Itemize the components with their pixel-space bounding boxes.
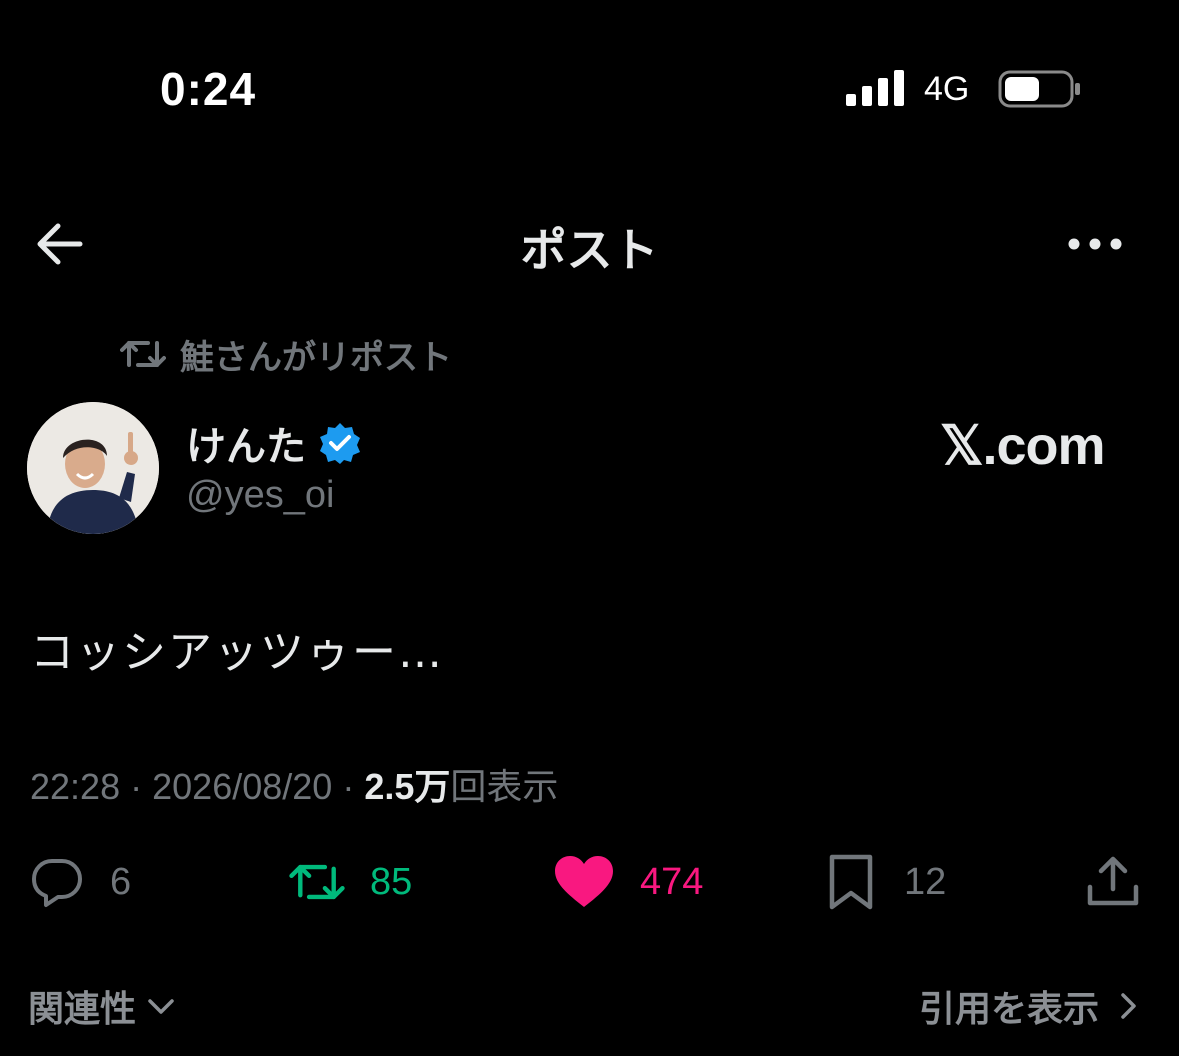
post-time: 22:28 bbox=[30, 766, 121, 807]
post-date: 2026/08/20 bbox=[152, 766, 333, 807]
meta-separator: · bbox=[130, 766, 143, 807]
author-name-row[interactable]: けんた bbox=[186, 414, 362, 472]
battery-icon bbox=[998, 70, 1080, 108]
views-label: 回表示 bbox=[450, 766, 559, 807]
view-quotes-button[interactable]: 引用を表示 bbox=[919, 980, 1143, 1032]
views-count[interactable]: 2.5万 bbox=[364, 766, 450, 807]
post-meta: 22:28 · 2026/08/20 · 2.5万回表示 bbox=[30, 758, 558, 810]
bookmark-icon bbox=[829, 854, 873, 910]
bookmark-button[interactable]: 12 bbox=[822, 852, 946, 912]
chevron-right-icon bbox=[1121, 993, 1136, 1019]
repost-attribution[interactable]: 鮭さんがリポスト bbox=[120, 332, 452, 378]
share-icon bbox=[1087, 856, 1139, 906]
reply-count: 6 bbox=[110, 860, 132, 903]
repost-icon bbox=[120, 341, 166, 367]
xcom-watermark: 𝕏.com bbox=[940, 416, 1106, 476]
repost-count: 85 bbox=[370, 860, 413, 903]
avatar[interactable] bbox=[27, 402, 159, 534]
signal-icon bbox=[846, 70, 904, 106]
meta-separator: · bbox=[342, 766, 355, 807]
verified-badge-icon bbox=[320, 423, 360, 464]
post-screen: 0:24 4G ポスト 鮭さんがリポスト けんた @yes_oi 𝕏.com コ… bbox=[0, 0, 1179, 1056]
reply-button[interactable]: 6 bbox=[28, 852, 131, 912]
reply-icon bbox=[32, 859, 82, 907]
quotes-label: 引用を表示 bbox=[918, 989, 1099, 1030]
sort-label: 関連性 bbox=[28, 989, 137, 1030]
page-title: ポスト bbox=[520, 223, 659, 277]
sort-relevance-button[interactable]: 関連性 bbox=[28, 980, 176, 1032]
like-button[interactable]: 474 bbox=[552, 852, 703, 912]
like-count: 474 bbox=[640, 860, 704, 903]
share-button[interactable] bbox=[1084, 852, 1142, 912]
more-icon[interactable] bbox=[1066, 224, 1124, 264]
repost-button[interactable]: 85 bbox=[288, 852, 412, 912]
repost-icon bbox=[289, 864, 345, 900]
status-time: 0:24 bbox=[160, 63, 257, 115]
bookmark-count: 12 bbox=[904, 860, 947, 903]
repost-text: 鮭さんがリポスト bbox=[180, 337, 452, 378]
network-label: 4G bbox=[924, 70, 970, 108]
tweet-text: コッシアッツゥー… bbox=[30, 627, 444, 678]
author-name: けんた bbox=[186, 424, 306, 470]
chevron-down-icon bbox=[148, 999, 174, 1014]
author-handle[interactable]: @yes_oi bbox=[186, 474, 334, 517]
heart-icon bbox=[555, 856, 613, 907]
